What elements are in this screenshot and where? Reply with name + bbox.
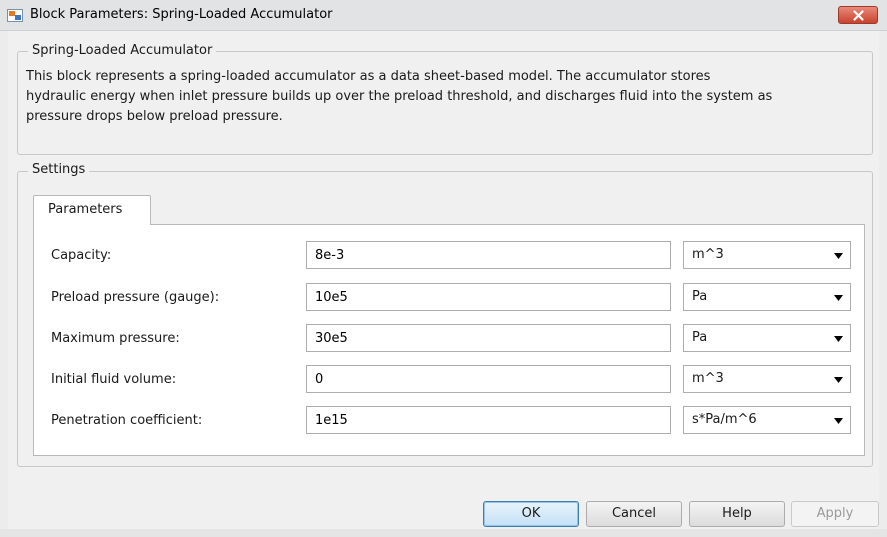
unit-value: m^3 bbox=[692, 247, 724, 262]
close-button[interactable] bbox=[838, 6, 878, 24]
unit-value: s*Pa/m^6 bbox=[692, 412, 757, 427]
maximum-pressure-field[interactable] bbox=[306, 324, 671, 352]
penetration-coefficient-label: Penetration coefficient: bbox=[51, 413, 203, 428]
title-bar[interactable]: Block Parameters: Spring-Loaded Accumula… bbox=[0, 0, 887, 31]
initial-fluid-volume-label: Initial fluid volume: bbox=[51, 372, 177, 387]
preload-pressure-field[interactable] bbox=[306, 283, 671, 311]
maximum-pressure-unit-select[interactable]: Pa bbox=[683, 324, 851, 352]
window-bottom-edge bbox=[0, 529, 887, 537]
initial-fluid-volume-unit-select[interactable]: m^3 bbox=[683, 365, 851, 393]
tab-parameters[interactable]: Parameters bbox=[33, 195, 151, 225]
capacity-label: Capacity: bbox=[51, 248, 112, 263]
description-line: hydraulic energy when inlet pressure bui… bbox=[26, 89, 773, 104]
help-button[interactable]: Help bbox=[689, 501, 785, 527]
capacity-field[interactable] bbox=[306, 241, 671, 269]
settings-legend: Settings bbox=[28, 162, 90, 177]
maximum-pressure-label: Maximum pressure: bbox=[51, 331, 180, 346]
penetration-coefficient-field[interactable] bbox=[306, 406, 671, 434]
initial-fluid-volume-field[interactable] bbox=[306, 365, 671, 393]
window-title: Block Parameters: Spring-Loaded Accumula… bbox=[30, 7, 333, 22]
apply-button[interactable]: Apply bbox=[791, 501, 879, 527]
description-line: pressure drops below preload pressure. bbox=[26, 109, 283, 124]
unit-value: Pa bbox=[692, 289, 708, 304]
block-name-legend: Spring-Loaded Accumulator bbox=[28, 43, 217, 58]
ok-button[interactable]: OK bbox=[483, 501, 579, 527]
preload-pressure-unit-select[interactable]: Pa bbox=[683, 283, 851, 311]
capacity-unit-select[interactable]: m^3 bbox=[683, 241, 851, 269]
unit-value: Pa bbox=[692, 330, 708, 345]
penetration-coefficient-unit-select[interactable]: s*Pa/m^6 bbox=[683, 406, 851, 434]
simulink-block-icon bbox=[7, 7, 23, 23]
description-line: This block represents a spring-loaded ac… bbox=[26, 69, 711, 84]
unit-value: m^3 bbox=[692, 371, 724, 386]
block-parameters-dialog: Block Parameters: Spring-Loaded Accumula… bbox=[0, 0, 887, 537]
block-description: This block represents a spring-loaded ac… bbox=[26, 67, 856, 127]
cancel-button[interactable]: Cancel bbox=[586, 501, 682, 527]
preload-pressure-label: Preload pressure (gauge): bbox=[51, 290, 220, 305]
tab-label: Parameters bbox=[48, 202, 123, 217]
